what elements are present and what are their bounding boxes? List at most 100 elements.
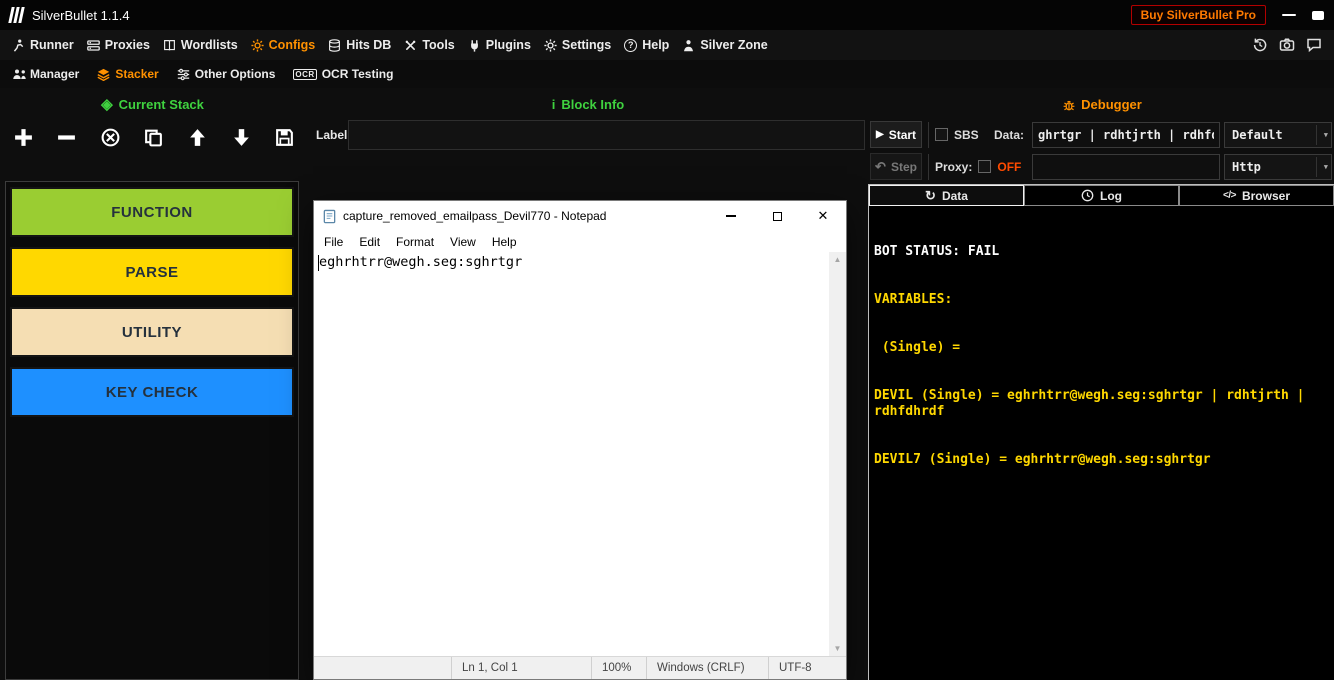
- tab-data[interactable]: ↻ Data: [869, 185, 1024, 206]
- sync-icon: ↻: [925, 189, 936, 202]
- scroll-up-icon[interactable]: ▲: [834, 255, 842, 264]
- start-label: Start: [889, 128, 916, 142]
- scroll-down-icon[interactable]: ▼: [834, 644, 842, 653]
- subnav-item-label: Manager: [30, 67, 79, 81]
- help-icon: ?: [624, 39, 637, 52]
- step-icon: ↶: [875, 159, 886, 175]
- divider: [1316, 157, 1317, 177]
- tab-label: Browser: [1242, 189, 1290, 203]
- ocr-icon: OCR: [293, 69, 316, 80]
- menu-item-label: Proxies: [105, 38, 150, 52]
- minimize-icon[interactable]: [1282, 14, 1296, 16]
- move-down-button[interactable]: [228, 124, 254, 150]
- menu-item-settings[interactable]: Settings: [544, 38, 611, 52]
- menu-item-help[interactable]: ? Help: [624, 38, 669, 52]
- step-label: Step: [891, 160, 917, 174]
- debugger-title: Debugger: [1081, 97, 1142, 112]
- stack-block-keycheck[interactable]: KEY CHECK: [10, 367, 294, 417]
- move-up-button[interactable]: [185, 124, 211, 150]
- proxy-type-value: Http: [1232, 160, 1261, 174]
- notepad-title: capture_removed_emailpass_Devil770 - Not…: [343, 209, 606, 223]
- current-stack-panel: FUNCTION PARSE UTILITY KEY CHECK: [5, 181, 299, 680]
- notepad-menu-edit[interactable]: Edit: [351, 235, 388, 249]
- proxies-icon: [87, 39, 100, 52]
- tab-browser[interactable]: </> Browser: [1179, 185, 1334, 206]
- proxy-type-dropdown[interactable]: Http ▼: [1224, 154, 1332, 180]
- start-button[interactable]: ▶ Start: [870, 121, 922, 148]
- notepad-menu-help[interactable]: Help: [484, 235, 525, 249]
- proxy-checkbox[interactable]: [978, 160, 991, 173]
- add-block-button[interactable]: [10, 124, 36, 150]
- subnav-item-manager[interactable]: Manager: [12, 67, 79, 81]
- block-label-input[interactable]: [348, 120, 865, 150]
- notepad-maximize-button[interactable]: [754, 201, 800, 231]
- current-stack-title: Current Stack: [119, 97, 204, 112]
- save-stack-button[interactable]: [272, 124, 298, 150]
- menu-item-configs[interactable]: Configs: [251, 38, 316, 52]
- stack-block-parse[interactable]: PARSE: [10, 247, 294, 297]
- tab-label: Log: [1100, 189, 1122, 203]
- menu-item-plugins[interactable]: Plugins: [468, 38, 531, 52]
- proxy-input[interactable]: [1032, 154, 1220, 180]
- stack-block-function[interactable]: FUNCTION: [10, 187, 294, 237]
- stack-block-utility[interactable]: UTILITY: [10, 307, 294, 357]
- notepad-menu-file[interactable]: File: [316, 235, 351, 249]
- subnav-item-label: Other Options: [195, 67, 276, 81]
- notepad-text: eghrhtrr@wegh.seg:sghrtgr: [319, 254, 522, 270]
- debugger-panel: ↻ Data Log </> Browser BOT STATUS: FAIL …: [868, 184, 1334, 680]
- notepad-close-button[interactable]: ✕: [800, 201, 846, 231]
- maximize-icon[interactable]: [1312, 11, 1324, 20]
- buy-pro-button[interactable]: Buy SilverBullet Pro: [1131, 5, 1266, 25]
- menu-item-runner[interactable]: Runner: [12, 38, 74, 52]
- stacker-layers-icon: [97, 68, 110, 81]
- data-caption: Data:: [994, 128, 1024, 142]
- menu-item-proxies[interactable]: Proxies: [87, 38, 150, 52]
- debugger-controls: ▶ Start SBS Data: Default ▼ ↶ Step: [870, 120, 1334, 182]
- menu-item-label: Silver Zone: [700, 38, 767, 52]
- menu-item-label: Help: [642, 38, 669, 52]
- menu-item-silver-zone[interactable]: Silver Zone: [682, 38, 767, 52]
- wordlist-type-dropdown[interactable]: Default ▼: [1224, 122, 1332, 148]
- app-logo-icon: [8, 7, 24, 23]
- menu-item-wordlists[interactable]: Wordlists: [163, 38, 238, 52]
- subnav-item-other-options[interactable]: Other Options: [177, 67, 276, 81]
- debugger-tabs: ↻ Data Log </> Browser: [869, 185, 1334, 206]
- chat-icon[interactable]: [1306, 37, 1322, 53]
- wordlist-type-value: Default: [1232, 128, 1283, 142]
- step-button[interactable]: ↶ Step: [870, 153, 922, 180]
- menu-item-tools[interactable]: Tools: [404, 38, 454, 52]
- log-line: DEVIL (Single) = eghrhtrr@wegh.seg:sghrt…: [874, 388, 1329, 420]
- log-line: (Single) =: [874, 340, 1329, 356]
- notepad-menu-bar: File Edit Format View Help: [314, 231, 846, 252]
- menu-item-label: Settings: [562, 38, 611, 52]
- manager-people-icon: [12, 68, 25, 81]
- camera-icon[interactable]: [1279, 37, 1295, 53]
- subnav-item-label: Stacker: [115, 67, 158, 81]
- notepad-menu-view[interactable]: View: [442, 235, 484, 249]
- disable-block-button[interactable]: [97, 124, 123, 150]
- menu-item-hits-db[interactable]: Hits DB: [328, 38, 391, 52]
- notepad-scrollbar[interactable]: ▲ ▼: [829, 252, 846, 656]
- clone-block-button[interactable]: [141, 124, 167, 150]
- log-line: VARIABLES:: [874, 292, 1329, 308]
- remove-block-button[interactable]: [54, 124, 80, 150]
- tab-log[interactable]: Log: [1024, 185, 1179, 206]
- code-icon: </>: [1223, 190, 1236, 201]
- debug-data-input[interactable]: [1032, 122, 1220, 148]
- notepad-minimize-button[interactable]: [708, 201, 754, 231]
- subnav-item-ocr-testing[interactable]: OCR OCR Testing: [293, 67, 393, 81]
- line-ending: Windows (CRLF): [646, 657, 768, 679]
- clock-icon: [1081, 189, 1094, 202]
- block-label: PARSE: [125, 264, 178, 281]
- person-icon: [682, 39, 695, 52]
- subnav-item-stacker[interactable]: Stacker: [97, 67, 158, 81]
- bug-icon: [1062, 98, 1075, 111]
- notepad-title-bar[interactable]: capture_removed_emailpass_Devil770 - Not…: [314, 201, 846, 231]
- notepad-edit-area[interactable]: eghrhtrr@wegh.seg:sghrtgr ▲ ▼: [314, 252, 846, 656]
- sliders-icon: [177, 68, 190, 81]
- sbs-checkbox[interactable]: [935, 128, 948, 141]
- menu-item-label: Runner: [30, 38, 74, 52]
- title-bar: SilverBullet 1.1.4 Buy SilverBullet Pro: [0, 0, 1334, 30]
- notepad-menu-format[interactable]: Format: [388, 235, 442, 249]
- history-icon[interactable]: [1252, 37, 1268, 53]
